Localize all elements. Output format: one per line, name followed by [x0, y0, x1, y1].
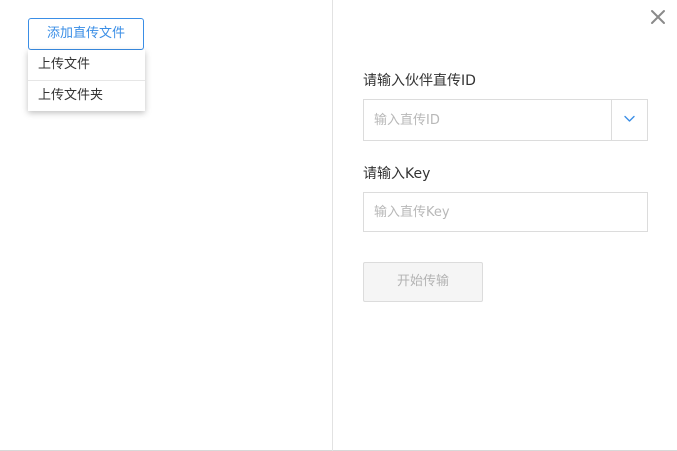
upload-folder-menu-item[interactable]: 上传文件夹	[28, 80, 145, 111]
panel-divider	[332, 0, 333, 451]
upload-dropdown-menu: 上传文件 上传文件夹	[28, 50, 145, 111]
chevron-down-icon	[624, 115, 635, 122]
partner-id-select	[363, 99, 648, 141]
upload-file-menu-item[interactable]: 上传文件	[28, 50, 145, 80]
direct-transfer-dialog: 添加直传文件 上传文件 上传文件夹 请输入伙伴直传ID 请输入Key 开始传输	[0, 0, 677, 451]
partner-id-label: 请输入伙伴直传ID	[363, 73, 476, 89]
close-button[interactable]	[649, 8, 667, 26]
close-icon	[651, 10, 665, 24]
start-transfer-button[interactable]: 开始传输	[363, 262, 483, 302]
add-direct-file-button[interactable]: 添加直传文件	[28, 18, 144, 50]
partner-id-dropdown-toggle[interactable]	[611, 100, 647, 140]
partner-id-input[interactable]	[364, 100, 612, 140]
key-label: 请输入Key	[363, 166, 431, 182]
key-input[interactable]	[363, 192, 648, 232]
